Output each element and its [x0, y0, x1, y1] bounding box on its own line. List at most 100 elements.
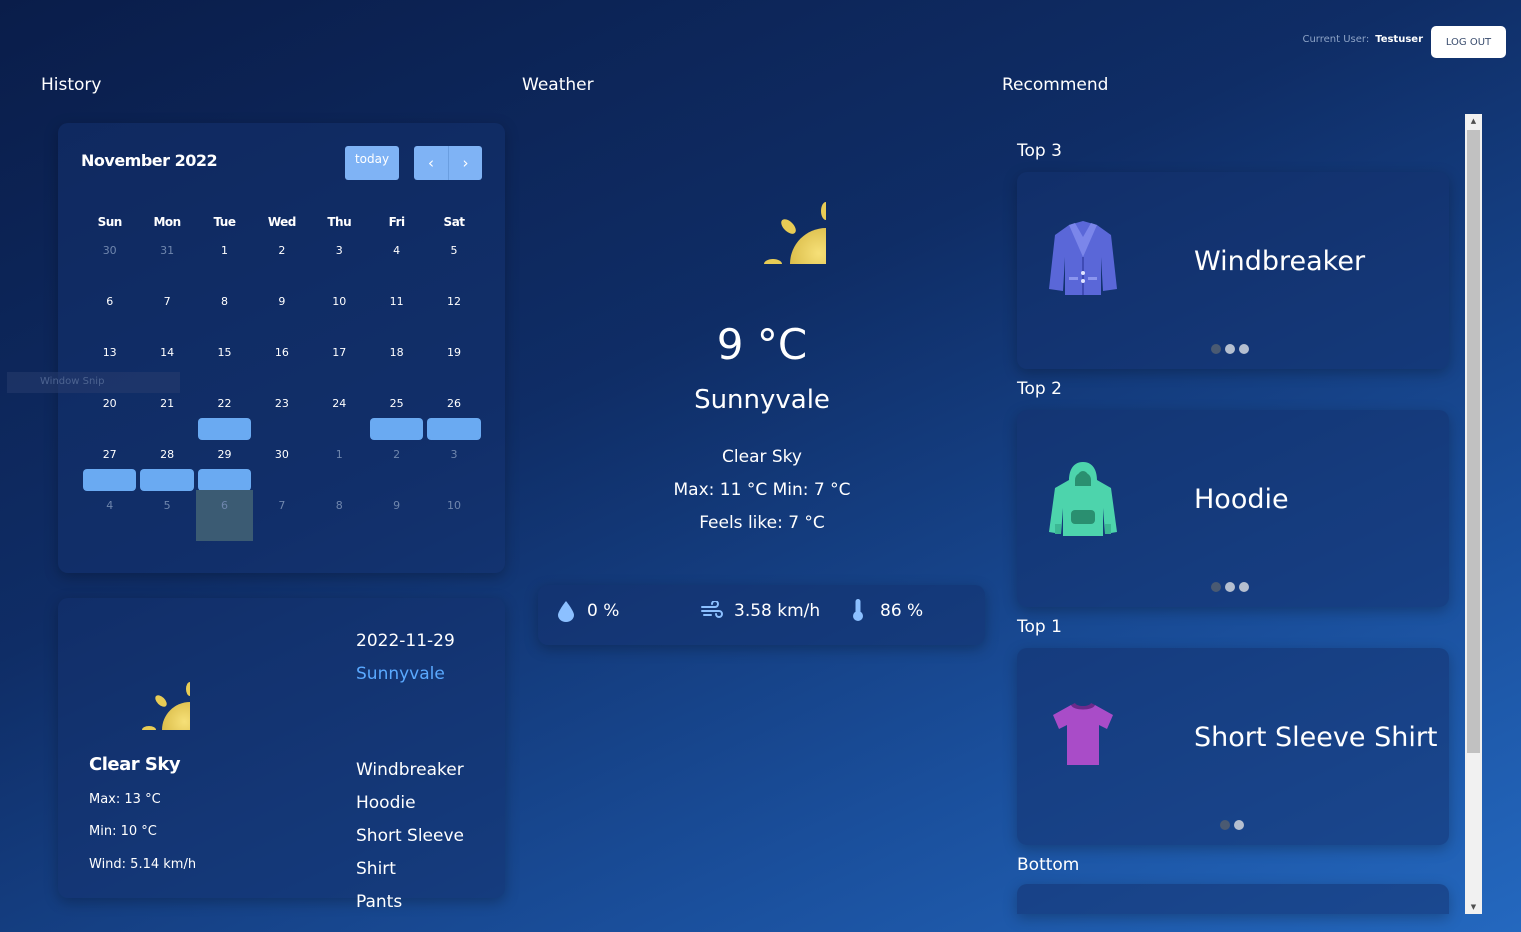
- rec-card-top3[interactable]: Windbreaker: [1017, 172, 1449, 369]
- calendar-day[interactable]: 11: [368, 286, 425, 337]
- weather-title: Weather: [522, 75, 594, 95]
- scroll-up-arrow[interactable]: ▲: [1465, 117, 1482, 125]
- rec-card-top1[interactable]: Short Sleeve Shirt: [1017, 648, 1449, 845]
- calendar-day[interactable]: 12: [425, 286, 482, 337]
- day-number: 3: [450, 448, 458, 461]
- calendar-day[interactable]: 1: [196, 235, 253, 286]
- day-number: 6: [106, 295, 114, 308]
- rec-name-top2: Hoodie: [1194, 484, 1289, 515]
- history-city-link[interactable]: Sunnyvale: [356, 664, 445, 684]
- calendar-event[interactable]: [197, 469, 252, 491]
- carousel-dot[interactable]: [1239, 344, 1249, 354]
- rec-carousel-dots[interactable]: [1211, 344, 1249, 354]
- sun-icon: [88, 628, 190, 730]
- calendar-day[interactable]: 9: [253, 286, 310, 337]
- carousel-dot[interactable]: [1220, 820, 1230, 830]
- calendar-day[interactable]: 27: [81, 439, 138, 491]
- calendar-event[interactable]: [83, 469, 137, 491]
- weekday-mon: Mon: [153, 215, 181, 229]
- rec-card-bottom[interactable]: [1017, 884, 1449, 914]
- calendar-day[interactable]: 10: [425, 490, 482, 541]
- carousel-dot[interactable]: [1239, 582, 1249, 592]
- logout-button[interactable]: LOG OUT: [1431, 26, 1506, 58]
- precip-value: 0 %: [587, 601, 620, 621]
- calendar-day[interactable]: 21: [138, 388, 195, 439]
- today-button[interactable]: today: [345, 146, 399, 180]
- calendar-day[interactable]: 8: [196, 286, 253, 337]
- calendar-day[interactable]: 1: [311, 439, 368, 490]
- weekday-wed: Wed: [267, 215, 297, 229]
- rec-label-top1: Top 1: [1017, 617, 1062, 637]
- rec-carousel-dots[interactable]: [1211, 582, 1249, 592]
- calendar-day[interactable]: 30: [253, 439, 310, 490]
- calendar-day[interactable]: 7: [253, 490, 310, 541]
- weekday-fri: Fri: [388, 215, 405, 229]
- calendar-day[interactable]: 30: [81, 235, 138, 286]
- calendar-day[interactable]: 6: [81, 286, 138, 337]
- calendar-event[interactable]: [427, 418, 481, 440]
- calendar-day[interactable]: 3: [425, 439, 482, 490]
- calendar-day[interactable]: 24: [311, 388, 368, 439]
- prev-month-button[interactable]: ‹: [414, 146, 448, 180]
- calendar-day[interactable]: 4: [81, 490, 138, 541]
- calendar-day[interactable]: 20: [81, 388, 138, 439]
- rec-card-top2[interactable]: Hoodie: [1017, 410, 1449, 607]
- calendar-day[interactable]: 2: [368, 439, 425, 490]
- history-item: Windbreaker: [356, 760, 464, 780]
- calendar-day[interactable]: 18: [368, 337, 425, 388]
- calendar-day[interactable]: 28: [138, 439, 195, 491]
- chevron-right-icon: ›: [462, 154, 469, 172]
- scroll-down-arrow[interactable]: ▼: [1465, 903, 1482, 911]
- history-item: Pants: [356, 892, 403, 912]
- day-number: 29: [217, 448, 232, 461]
- day-number: 9: [278, 295, 286, 308]
- calendar-day[interactable]: 17: [311, 337, 368, 388]
- rec-name-top3: Windbreaker: [1194, 246, 1366, 277]
- calendar-day[interactable]: 10: [311, 286, 368, 337]
- day-number: 14: [160, 346, 175, 359]
- day-number: 6: [220, 499, 228, 512]
- history-item: Hoodie: [356, 793, 416, 813]
- calendar-day[interactable]: 2: [253, 235, 310, 286]
- history-condition: Clear Sky: [89, 754, 181, 775]
- day-number: 13: [102, 346, 117, 359]
- calendar-day[interactable]: 3: [311, 235, 368, 286]
- carousel-dot[interactable]: [1234, 820, 1244, 830]
- scrollbar-thumb[interactable]: [1467, 130, 1480, 753]
- calendar-day[interactable]: 5: [138, 490, 195, 541]
- sun-icon: [698, 136, 826, 264]
- calendar-day[interactable]: 9: [368, 490, 425, 541]
- weather-temp: 9 °C: [716, 320, 808, 369]
- rec-carousel-dots[interactable]: [1220, 820, 1244, 830]
- calendar-event[interactable]: [197, 418, 252, 440]
- calendar-day[interactable]: 16: [253, 337, 310, 388]
- calendar-day[interactable]: 22: [196, 388, 253, 440]
- next-month-button[interactable]: ›: [448, 146, 482, 180]
- calendar-day[interactable]: 25: [368, 388, 425, 440]
- carousel-dot[interactable]: [1225, 582, 1235, 592]
- calendar-day[interactable]: 7: [138, 286, 195, 337]
- jacket-icon: [1049, 221, 1117, 295]
- wind-value: 3.58 km/h: [734, 601, 821, 621]
- calendar-day[interactable]: 26: [425, 388, 482, 440]
- calendar-day[interactable]: 19: [425, 337, 482, 388]
- carousel-dot[interactable]: [1225, 344, 1235, 354]
- calendar-day[interactable]: 4: [368, 235, 425, 286]
- calendar-day[interactable]: 23: [253, 388, 310, 439]
- calendar-event[interactable]: [369, 418, 424, 440]
- weather-maxmin: Max: 11 °C Min: 7 °C: [673, 480, 851, 500]
- carousel-dot[interactable]: [1211, 344, 1221, 354]
- calendar-day[interactable]: 8: [311, 490, 368, 541]
- day-number: 5: [163, 499, 171, 512]
- weather-feels-like: Feels like: 7 °C: [699, 513, 825, 533]
- carousel-dot[interactable]: [1211, 582, 1221, 592]
- calendar-day[interactable]: 31: [138, 235, 195, 286]
- day-number: 30: [102, 244, 117, 257]
- current-user: Current User: Testuser: [1302, 34, 1423, 45]
- calendar-day[interactable]: 6: [195, 490, 254, 541]
- calendar-month-title: November 2022: [81, 151, 218, 170]
- calendar-day[interactable]: 15: [196, 337, 253, 388]
- calendar-day[interactable]: 5: [425, 235, 482, 286]
- calendar-day[interactable]: 29: [196, 439, 253, 491]
- calendar-event[interactable]: [140, 469, 194, 491]
